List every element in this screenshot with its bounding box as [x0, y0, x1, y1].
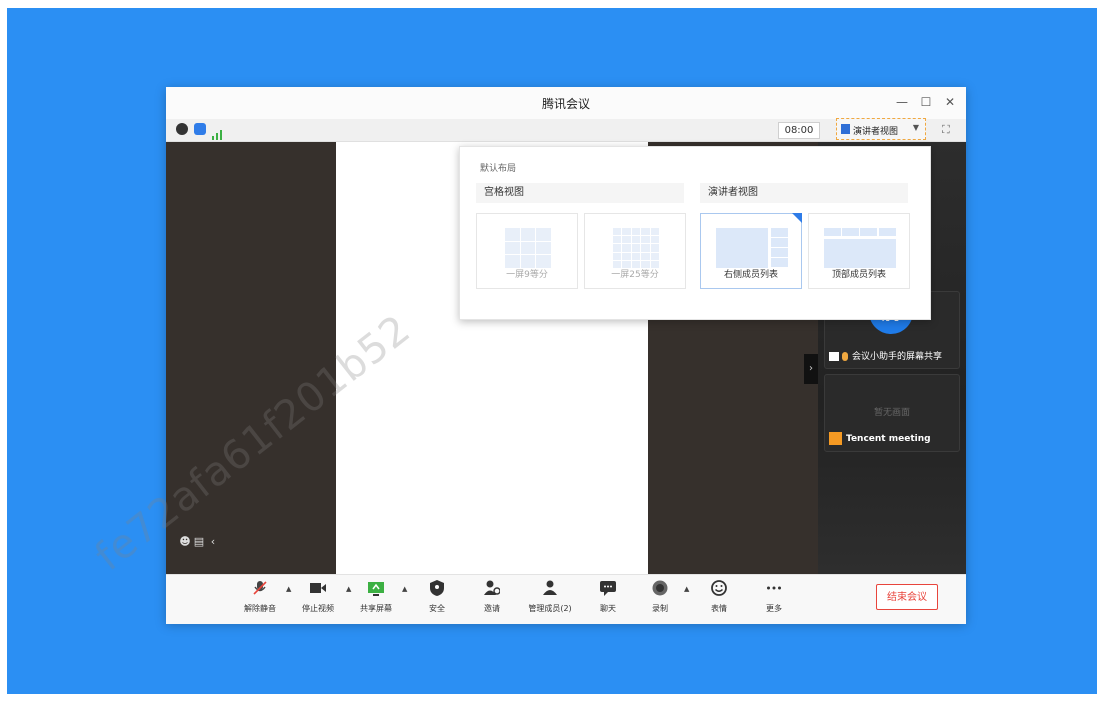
option-label: 右侧成员列表	[723, 270, 778, 280]
chevron-left-icon[interactable]: ‹	[206, 535, 220, 548]
record-label: 录制	[652, 604, 668, 613]
layout-view-button[interactable]: 演讲者视图 ▼	[836, 118, 926, 140]
smile-icon[interactable]: ☻	[178, 535, 192, 548]
layout-option-right-list[interactable]: 右侧成员列表	[700, 213, 802, 289]
layout-option-grid-25[interactable]: 一屏25等分	[584, 213, 686, 289]
invite-label: 邀请	[484, 604, 500, 613]
manage-members-label: 管理成员(2)	[528, 604, 572, 613]
no-video-text: 暂无画面	[873, 408, 910, 418]
close-button[interactable]: ✕	[940, 93, 960, 111]
screen-share-icon	[829, 352, 839, 361]
security-label: 安全	[429, 604, 445, 613]
collapse-sidebar-button[interactable]: ›	[804, 354, 818, 384]
invite-button[interactable]: 邀请	[464, 580, 520, 620]
video-camera-icon	[310, 580, 326, 596]
record-icon	[652, 580, 668, 596]
add-user-icon	[484, 580, 501, 596]
shield-icon[interactable]	[194, 123, 206, 135]
record-button[interactable]: 录制	[632, 580, 688, 620]
shield-icon	[429, 580, 445, 596]
chat-icon	[600, 580, 616, 596]
share-screen-button[interactable]: 共享屏幕	[348, 580, 404, 620]
smile-icon	[711, 580, 727, 596]
chat-button[interactable]: 聊天	[580, 580, 636, 620]
status-bar: 08:00 演讲者视图 ▼ ⛶	[166, 118, 966, 142]
unmute-label: 解除静音	[244, 604, 276, 613]
share-screen-icon	[368, 580, 384, 596]
muted-mic-icon	[252, 580, 268, 596]
share-options-caret[interactable]: ▲	[402, 585, 407, 593]
minimize-button[interactable]: —	[892, 93, 912, 111]
stop-video-label: 停止视频	[302, 604, 334, 613]
layout-option-grid-9[interactable]: 一屏9等分	[476, 213, 578, 289]
layout-popup: 默认布局 宫格视图 演讲者视图 一屏9等分 一屏25等分 右侧成员列表 顶部成员…	[459, 146, 931, 320]
reactions-label: 表情	[711, 604, 727, 613]
meeting-timer: 08:00	[778, 122, 820, 139]
member-tile[interactable]: 暂无画面 Tencent meeting	[824, 374, 960, 452]
layout-view-label: 演讲者视图	[853, 127, 899, 137]
member-name: Tencent meeting	[846, 434, 931, 444]
section-grid-view: 宫格视图	[476, 183, 684, 203]
grid-9-thumbnail	[505, 228, 551, 268]
right-list-thumbnail	[716, 228, 788, 268]
section-presenter-view: 演讲者视图	[700, 183, 908, 203]
meeting-window: 腾讯会议 — ☐ ✕ 08:00 演讲者视图 ▼ ⛶ › 助手 会议小助手的屏幕…	[166, 87, 966, 624]
layout-option-top-list[interactable]: 顶部成员列表	[808, 213, 910, 289]
title-bar: 腾讯会议 — ☐ ✕	[166, 87, 966, 119]
mic-icon	[842, 352, 848, 361]
grid-25-thumbnail	[613, 228, 659, 268]
tile-label: Tencent meeting	[829, 432, 931, 445]
tile-label: 会议小助手的屏幕共享	[829, 349, 942, 362]
floating-mini-toolbar: ☻ ▤ ‹	[178, 535, 248, 553]
info-icon[interactable]	[176, 123, 188, 135]
unmute-button[interactable]: 解除静音	[232, 580, 288, 620]
network-signal-icon[interactable]	[212, 125, 224, 140]
option-label: 一屏9等分	[506, 270, 548, 280]
window-title: 腾讯会议	[541, 97, 590, 111]
popup-title: 默认布局	[480, 164, 517, 174]
security-button[interactable]: 安全	[409, 580, 465, 620]
selected-corner-indicator	[792, 213, 802, 223]
maximize-button[interactable]: ☐	[916, 93, 936, 111]
more-button[interactable]: 更多	[746, 580, 802, 620]
more-icon	[766, 580, 782, 596]
manage-members-button[interactable]: 管理成员(2)	[522, 580, 578, 620]
share-screen-label: 共享屏幕	[360, 604, 392, 613]
option-label: 一屏25等分	[611, 270, 659, 280]
more-label: 更多	[766, 604, 782, 613]
reactions-button[interactable]: 表情	[691, 580, 747, 620]
top-list-thumbnail	[824, 228, 896, 268]
stop-video-button[interactable]: 停止视频	[290, 580, 346, 620]
layout-icon	[841, 124, 850, 134]
chevron-down-icon: ▼	[912, 123, 919, 132]
video-pane-left	[166, 142, 336, 574]
record-options-caret[interactable]: ▲	[684, 585, 689, 593]
fullscreen-icon[interactable]: ⛶	[942, 123, 950, 137]
end-meeting-button[interactable]: 结束会议	[876, 584, 938, 610]
meeting-toolbar: 解除静音 ▲ 停止视频 ▲ 共享屏幕 ▲ 安全 邀请 管理成员(2) 聊天 录制…	[166, 574, 966, 624]
assistant-label: 会议小助手的屏幕共享	[852, 352, 943, 362]
option-label: 顶部成员列表	[831, 270, 886, 280]
caption-icon[interactable]: ▤	[192, 535, 206, 548]
user-avatar-icon	[829, 432, 842, 445]
chat-label: 聊天	[600, 604, 616, 613]
members-icon	[542, 580, 558, 596]
